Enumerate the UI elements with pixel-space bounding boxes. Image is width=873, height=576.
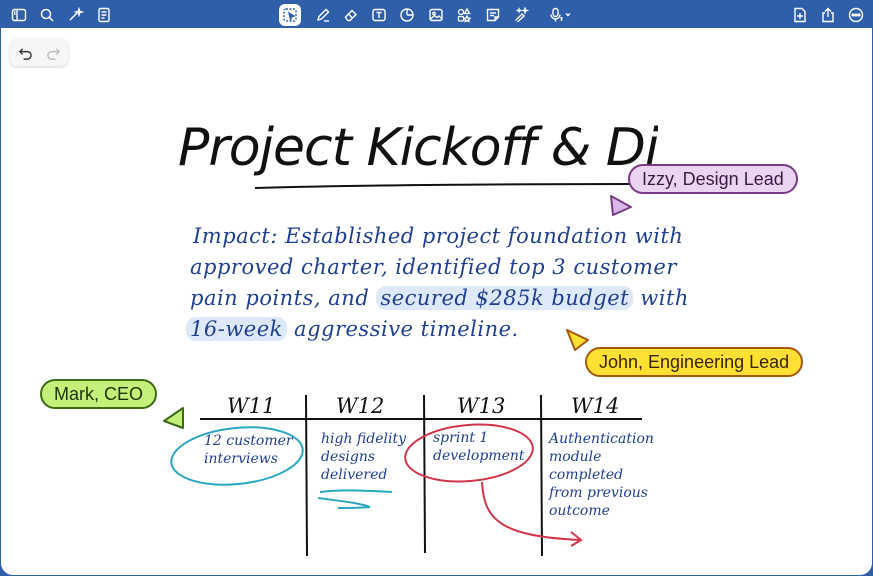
impact-line-2: approved charter, identified top 3 custo… — [190, 255, 677, 279]
john-cursor-icon — [566, 329, 589, 351]
collaborator-label-john: John, Engineering Lead — [585, 347, 804, 377]
mark-cursor-icon — [163, 407, 184, 429]
title-underline — [254, 183, 651, 189]
app-window: Project Kickoff & Discovery Impact: Esta… — [0, 0, 873, 576]
impact-line-1: Impact: Established project foundation w… — [193, 224, 684, 248]
budget-highlight: secured $285k budget — [376, 286, 634, 310]
impact-line-4: 16-week aggressive timeline. — [186, 317, 519, 341]
collaborator-label-izzy: Izzy, Design Lead — [628, 164, 798, 194]
column-header-w14: W14 — [571, 394, 620, 418]
impact-line-3: pain points, and secured $285k budget wi… — [190, 286, 689, 310]
column-header-w11: W11 — [227, 394, 276, 418]
cell-w12: high fidelity designs delivered — [321, 431, 406, 483]
table-divider-1 — [305, 394, 308, 557]
cell-w14: Authentication module completed from previo… — [549, 431, 654, 519]
teal-underline-1 — [319, 489, 393, 493]
teal-underline-2 — [317, 497, 371, 509]
column-header-w12: W12 — [336, 394, 385, 418]
timeline-highlight: 16-week — [186, 317, 287, 341]
collaborator-label-mark: Mark, CEO — [40, 379, 158, 409]
cell-w11: 12 customer interviews — [204, 433, 293, 467]
cell-w13: sprint 1 development — [433, 430, 525, 464]
table-divider-2 — [423, 394, 426, 554]
izzy-cursor-icon — [610, 195, 632, 216]
column-header-w13: W13 — [457, 394, 506, 418]
table-divider-3 — [540, 394, 543, 557]
